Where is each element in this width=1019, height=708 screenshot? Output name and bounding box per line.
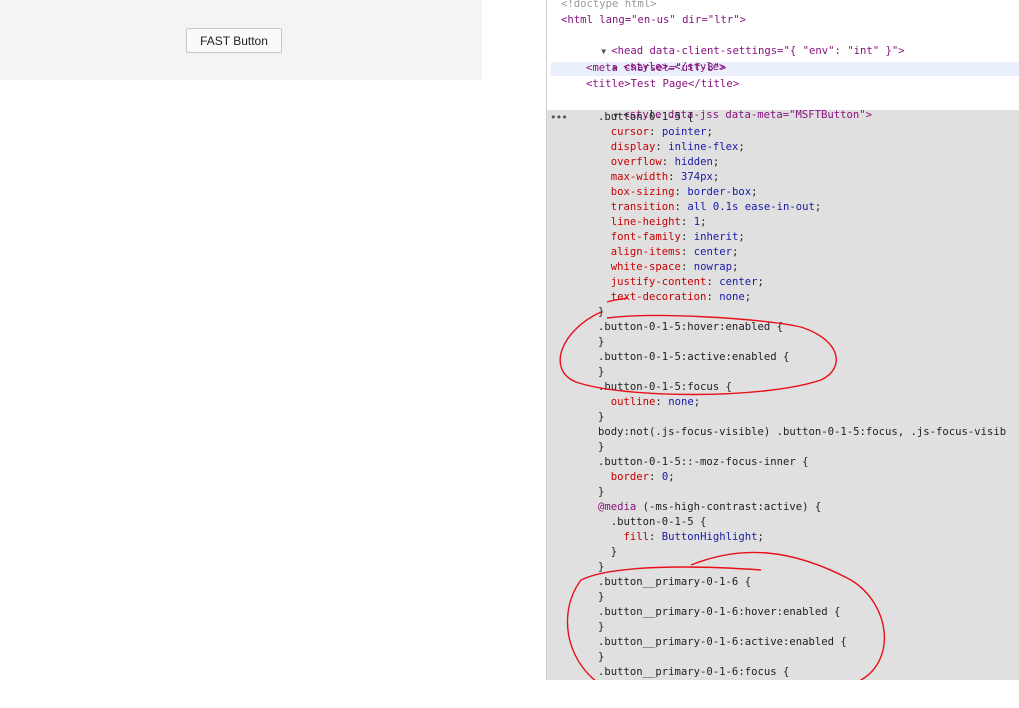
css-line: cursor: pointer; xyxy=(610,126,713,138)
style-jss-node[interactable]: ▼ <style data-jss data-meta="MSFTButton"> xyxy=(575,93,872,121)
head-node[interactable]: ▼ <head data-client-settings="{ "env": "i… xyxy=(563,29,904,57)
css-line: .button-0-1-5:focus { xyxy=(598,381,732,393)
css-line: line-height: 1; xyxy=(610,216,707,228)
css-line: overflow: hidden; xyxy=(610,156,720,168)
dom-tree: <!doctype html> <html lang="en-us" dir="… xyxy=(547,0,1019,678)
css-line: .button-0-1-5::-moz-focus-inner { xyxy=(598,456,809,468)
css-line: box-sizing: border-box; xyxy=(610,186,758,198)
css-line: } xyxy=(598,306,605,318)
css-line: } xyxy=(598,651,605,663)
css-line: .button__primary-0-1-6 { xyxy=(598,576,752,588)
css-line: .button__primary-0-1-6:focus { xyxy=(598,666,790,678)
style-node-collapsed[interactable]: ▶ <style>…</style> xyxy=(575,45,725,73)
css-line: outline: none; xyxy=(610,396,701,408)
css-line: font-family: inherit; xyxy=(610,231,745,243)
html-node[interactable]: <html lang="en-us" dir="ltr"> xyxy=(561,13,746,28)
css-line: } xyxy=(598,561,605,573)
css-line: align-items: center; xyxy=(610,246,739,258)
meta-node[interactable]: <meta charset="utf-8"> xyxy=(586,61,726,76)
css-line: .button-0-1-5 { xyxy=(598,516,707,528)
css-line: } xyxy=(598,336,605,348)
css-line: } xyxy=(598,621,605,633)
css-line: transition: all 0.1s ease-in-out; xyxy=(610,201,822,213)
css-line: @media (-ms-high-contrast:active) { xyxy=(598,501,822,513)
doctype-line: <!doctype html> xyxy=(561,0,657,10)
css-line: .button__primary-0-1-6:hover:enabled { xyxy=(598,606,841,618)
devtools-elements-panel: ••• <!doctype html> <html lang="en-us" d… xyxy=(546,0,1019,680)
page-viewport: FAST Button xyxy=(0,0,482,80)
css-line: text-decoration: none; xyxy=(610,291,752,303)
css-line: .button-0-1-5 { xyxy=(598,111,694,123)
css-line: fill: ButtonHighlight; xyxy=(623,531,764,543)
css-line: } xyxy=(598,546,618,558)
css-line: .button-0-1-5:hover:enabled { xyxy=(598,321,783,333)
fast-button[interactable]: FAST Button xyxy=(186,28,282,53)
css-line: .button__primary-0-1-6:active:enabled { xyxy=(598,636,847,648)
css-line: body:not(.js-focus-visible) .button-0-1-… xyxy=(598,426,1007,438)
css-line: } xyxy=(598,486,605,498)
css-line: } xyxy=(598,366,605,378)
css-line: } xyxy=(598,441,605,453)
css-line: .button-0-1-5:active:enabled { xyxy=(598,351,790,363)
css-line: } xyxy=(598,591,605,603)
title-node[interactable]: <title>Test Page</title> xyxy=(586,77,739,92)
css-line: border: 0; xyxy=(610,471,675,483)
css-line: max-width: 374px; xyxy=(610,171,720,183)
css-line: } xyxy=(598,411,605,423)
css-line: justify-content: center; xyxy=(610,276,764,288)
css-line: white-space: nowrap; xyxy=(610,261,739,273)
css-line: display: inline-flex; xyxy=(610,141,745,153)
